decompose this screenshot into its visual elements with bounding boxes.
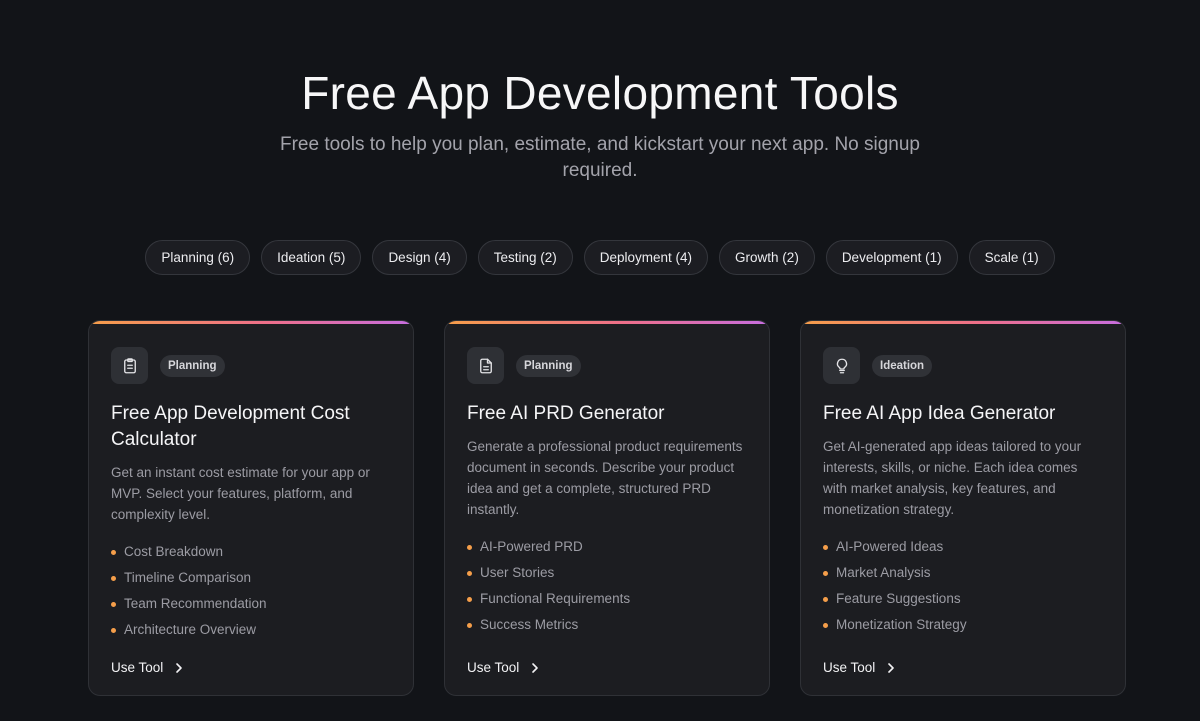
card-header: Ideation <box>823 347 1103 384</box>
use-tool-link[interactable]: Use Tool <box>823 660 897 675</box>
hero-section: Free App Development Tools Free tools to… <box>0 0 1200 184</box>
card-description: Generate a professional product requirem… <box>467 439 743 517</box>
list-item: Functional Requirements <box>467 586 747 612</box>
card-title: Free App Development Cost Calculator <box>111 403 350 450</box>
tool-cards: Planning Free App Development Cost Calcu… <box>88 320 1126 696</box>
list-item: Timeline Comparison <box>111 565 391 591</box>
bullet-dot <box>111 550 116 555</box>
card-title: Free AI App Idea Generator <box>823 403 1056 424</box>
filter-deployment[interactable]: Deployment (4) <box>583 240 709 275</box>
use-tool-label: Use Tool <box>823 660 876 675</box>
category-tag: Planning <box>516 354 581 377</box>
tool-card-cost-calculator[interactable]: Planning Free App Development Cost Calcu… <box>88 320 414 696</box>
clipboard-icon <box>111 347 148 384</box>
document-icon <box>467 347 504 384</box>
bullet-dot <box>467 571 472 576</box>
filter-development[interactable]: Development (1) <box>825 240 958 275</box>
bullet-dot <box>823 545 828 550</box>
bullet-dot <box>467 623 472 628</box>
use-tool-link[interactable]: Use Tool <box>467 660 541 675</box>
list-item: AI-Powered Ideas <box>823 534 1103 560</box>
chevron-right-icon <box>888 662 895 673</box>
category-tag: Ideation <box>872 354 933 377</box>
filter-planning[interactable]: Planning (6) <box>145 240 251 275</box>
use-tool-link[interactable]: Use Tool <box>111 660 185 675</box>
tool-card-idea-generator[interactable]: Ideation Free AI App Idea Generator Get … <box>800 320 1126 696</box>
list-item: Success Metrics <box>467 612 747 638</box>
feature-list: AI-Powered PRD User Stories Functional R… <box>467 534 747 638</box>
card-header: Planning <box>111 347 391 384</box>
bullet-dot <box>823 597 828 602</box>
page-subtitle: Free tools to help you plan, estimate, a… <box>279 134 921 181</box>
lightbulb-icon <box>823 347 860 384</box>
category-filters: Planning (6) Ideation (5) Design (4) Tes… <box>0 240 1200 275</box>
list-item: AI-Powered PRD <box>467 534 747 560</box>
bullet-dot <box>823 623 828 628</box>
use-tool-label: Use Tool <box>111 660 164 675</box>
list-item: Team Recommendation <box>111 591 391 617</box>
page-title: Free App Development Tools <box>301 67 899 119</box>
card-title: Free AI PRD Generator <box>467 403 665 424</box>
chevron-right-icon <box>532 662 539 673</box>
bullet-dot <box>111 628 116 633</box>
use-tool-label: Use Tool <box>467 660 520 675</box>
list-item: Market Analysis <box>823 560 1103 586</box>
card-description: Get an instant cost estimate for your ap… <box>111 465 370 522</box>
bullet-dot <box>467 597 472 602</box>
filter-ideation[interactable]: Ideation (5) <box>261 240 362 275</box>
feature-list: Cost Breakdown Timeline Comparison Team … <box>111 539 391 643</box>
filter-scale[interactable]: Scale (1) <box>968 240 1055 275</box>
list-item: Cost Breakdown <box>111 539 391 565</box>
filter-growth[interactable]: Growth (2) <box>719 240 815 275</box>
filter-design[interactable]: Design (4) <box>372 240 467 275</box>
bullet-dot <box>823 571 828 576</box>
card-description: Get AI-generated app ideas tailored to y… <box>823 439 1082 517</box>
list-item: Architecture Overview <box>111 617 391 643</box>
tool-card-prd-generator[interactable]: Planning Free AI PRD Generator Generate … <box>444 320 770 696</box>
bullet-dot <box>111 576 116 581</box>
filter-testing[interactable]: Testing (2) <box>477 240 573 275</box>
card-header: Planning <box>467 347 747 384</box>
feature-list: AI-Powered Ideas Market Analysis Feature… <box>823 534 1103 638</box>
bullet-dot <box>467 545 472 550</box>
chevron-right-icon <box>176 662 183 673</box>
list-item: User Stories <box>467 560 747 586</box>
bullet-dot <box>111 602 116 607</box>
category-tag: Planning <box>160 354 225 377</box>
list-item: Feature Suggestions <box>823 586 1103 612</box>
list-item: Monetization Strategy <box>823 612 1103 638</box>
